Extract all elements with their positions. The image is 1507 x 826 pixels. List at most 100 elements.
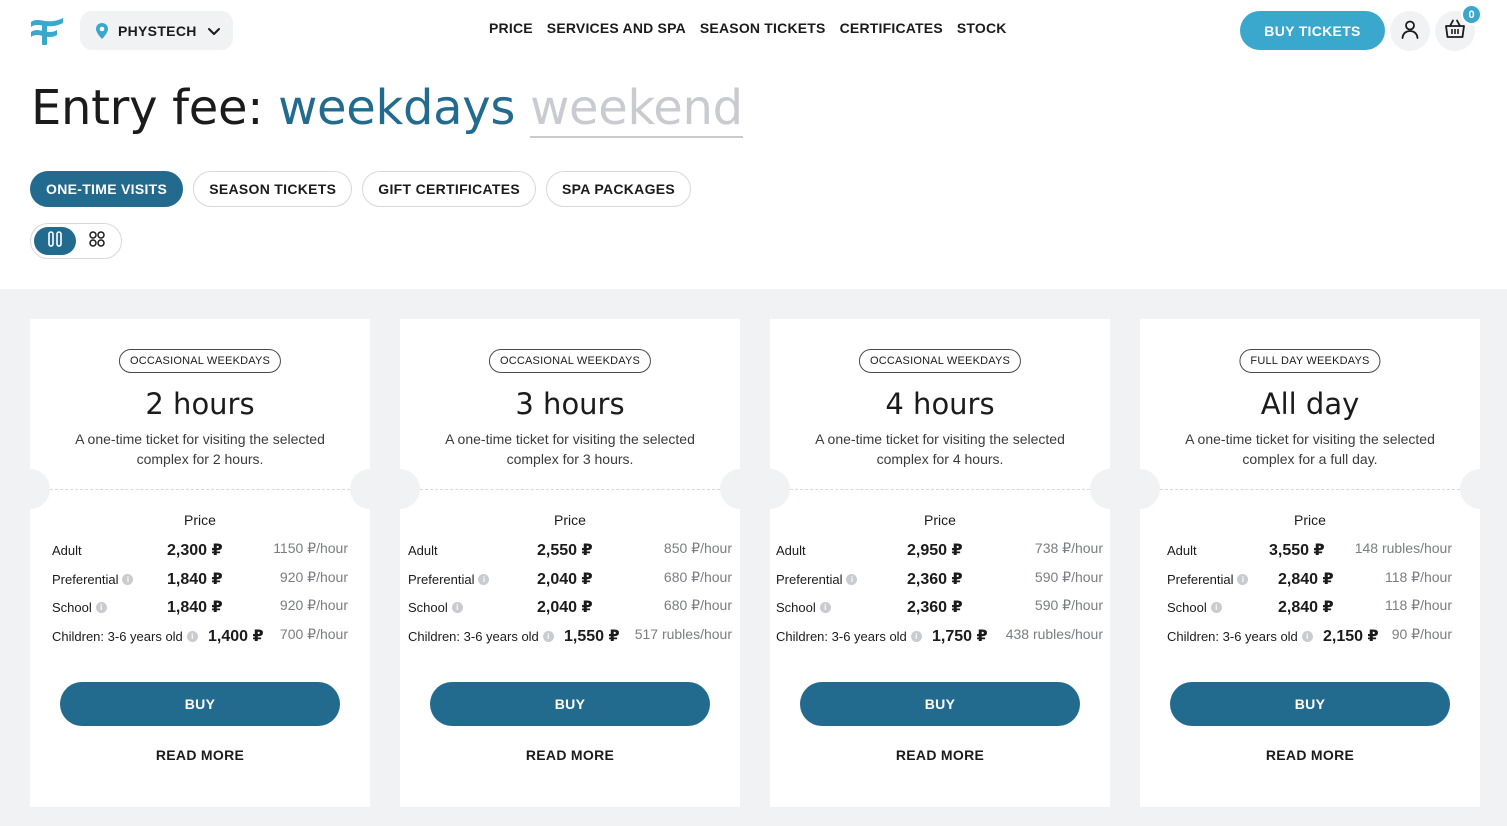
info-icon[interactable]: i [1301, 630, 1313, 642]
row-rate: 118 ₽/hour [1384, 568, 1452, 585]
row-label: Adult [1167, 543, 1197, 558]
row-rate: 920 ₽/hour [279, 597, 348, 613]
card-title: 3 hours [515, 387, 625, 421]
nav-season-tickets[interactable]: SEASON TICKETS [700, 20, 826, 36]
card-notch [770, 469, 790, 509]
tab-one-time-visits[interactable]: ONE-TIME VISITS [30, 171, 184, 207]
price-heading: Price [1294, 512, 1326, 528]
row-label: Preferential i [1167, 572, 1249, 587]
location-selector[interactable]: PHYSTECH [80, 11, 233, 50]
price-row: Preferential i 2,840 ₽ 118 ₽/hour [1167, 568, 1452, 597]
ticket-card: OCCASIONAL WEEKDAYS 3 hours A one-time t… [400, 319, 740, 807]
info-icon[interactable]: i [122, 573, 134, 585]
row-label: Preferential i [776, 572, 858, 587]
row-price: 1,400 ₽ [208, 627, 264, 645]
price-table: Adult 3,550 ₽ 148 rubles/hour Preferential… [1167, 539, 1452, 653]
info-icon[interactable]: i [910, 630, 922, 642]
card-title: 2 hours [145, 387, 255, 421]
price-row: Preferential i 2,360 ₽ 590 ₽/hour [776, 568, 1103, 597]
card-description: A one-time ticket for visiting the selec… [75, 431, 325, 467]
row-label: Adult [52, 543, 82, 558]
row-label: School i [776, 600, 831, 615]
row-price: 2,840 ₽ [1278, 570, 1334, 588]
cart-count-badge: 0 [1461, 4, 1482, 25]
row-price: 2,360 ₽ [907, 599, 963, 616]
info-icon[interactable]: i [478, 573, 490, 585]
read-more-link[interactable]: READ MORE [770, 747, 1110, 763]
price-row: Children: 3-6 years old i 1,550 ₽ 517 ruble… [408, 625, 732, 654]
ticket-card: FULL DAY WEEKDAYS All day A one-time tic… [1140, 319, 1480, 807]
info-icon[interactable]: i [1210, 602, 1222, 613]
info-icon[interactable]: i [819, 602, 831, 613]
card-notch [720, 469, 740, 509]
card-description: A one-time ticket for visiting the selec… [1185, 431, 1435, 467]
price-row: Children: 3-6 years old i 1,750 ₽ 438 ruble… [776, 625, 1103, 654]
row-label: Adult [408, 543, 438, 558]
main-nav: PRICE SERVICES AND SPA SEASON TICKETS CE… [489, 20, 1007, 36]
site-header: PHYSTECH PRICE SERVICES AND SPA SEASON T… [0, 0, 1507, 62]
buy-tickets-button[interactable]: BUY TICKETS [1240, 11, 1385, 50]
location-label: PHYSTECH [118, 22, 197, 39]
buy-button[interactable]: BUY [430, 682, 710, 726]
buy-button[interactable]: BUY [1170, 682, 1450, 726]
info-icon[interactable]: i [451, 602, 463, 613]
row-rate: 148 rubles/hour [1354, 540, 1452, 556]
row-price: 1,750 ₽ [932, 627, 988, 645]
row-label: School i [1167, 600, 1222, 615]
card-badge: FULL DAY WEEKDAYS [1239, 349, 1381, 373]
card-notch [30, 469, 50, 509]
info-icon[interactable]: i [846, 573, 858, 585]
tab-spa-packages[interactable]: SPA PACKAGES [546, 171, 692, 207]
row-price: 1,550 ₽ [564, 627, 620, 645]
buy-button[interactable]: BUY [800, 682, 1080, 726]
nav-stock[interactable]: STOCK [957, 20, 1007, 36]
price-row: Children: 3-6 years old i 2,150 ₽ 90 ₽/hour [1167, 625, 1452, 654]
row-price: 2,360 ₽ [907, 570, 963, 588]
info-icon[interactable]: i [1237, 573, 1249, 585]
read-more-link[interactable]: READ MORE [400, 747, 740, 763]
tab-season-tickets[interactable]: SEASON TICKETS [193, 171, 353, 207]
user-icon [1400, 19, 1420, 44]
nav-services-and-spa[interactable]: SERVICES AND SPA [547, 20, 686, 36]
row-label: Children: 3-6 years old i [776, 629, 922, 644]
price-row: Preferential i 2,040 ₽ 680 ₽/hour [408, 568, 732, 597]
row-label: Preferential i [52, 572, 134, 587]
buy-button[interactable]: BUY [60, 682, 340, 726]
title-weekdays-toggle[interactable]: weekdays [278, 80, 515, 136]
nav-price[interactable]: PRICE [489, 20, 533, 36]
card-title: 4 hours [885, 387, 995, 421]
account-button[interactable] [1390, 11, 1430, 51]
info-icon[interactable]: i [186, 630, 198, 642]
row-label: School i [52, 600, 107, 615]
row-label: Children: 3-6 years old i [1167, 629, 1313, 644]
grid-icon [88, 230, 106, 253]
row-rate: 590 ₽/hour [1034, 568, 1103, 585]
row-price: 2,150 ₽ [1323, 627, 1379, 645]
ticket-card: OCCASIONAL WEEKDAYS 2 hours A one-time t… [30, 319, 370, 807]
read-more-link[interactable]: READ MORE [30, 747, 370, 763]
price-row: Adult 3,550 ₽ 148 rubles/hour [1167, 539, 1452, 568]
row-price: 2,950 ₽ [907, 542, 963, 559]
card-notch [400, 469, 420, 509]
card-description: A one-time ticket for visiting the selec… [815, 431, 1065, 467]
read-more-link[interactable]: READ MORE [1140, 747, 1480, 763]
ticket-card: OCCASIONAL WEEKDAYS 4 hours A one-time t… [770, 319, 1110, 807]
ticket-type-tabs: ONE-TIME VISITS SEASON TICKETS GIFT CERT… [30, 171, 692, 207]
title-weekend-toggle[interactable]: weekend [530, 80, 743, 138]
nav-certificates[interactable]: CERTIFICATES [840, 20, 943, 36]
row-price: 1,840 ₽ [167, 599, 223, 616]
info-icon[interactable]: i [95, 602, 107, 613]
columns-view-button[interactable] [34, 227, 76, 255]
price-row: School i 2,840 ₽ 118 ₽/hour [1167, 596, 1452, 625]
row-rate: 920 ₽/hour [279, 568, 348, 585]
info-icon[interactable]: i [542, 630, 554, 642]
price-heading: Price [184, 512, 216, 528]
row-rate: 90 ₽/hour [1391, 625, 1452, 642]
tab-gift-certificates[interactable]: GIFT CERTIFICATES [362, 171, 537, 207]
grid-view-button[interactable] [76, 227, 118, 255]
brand-logo-icon[interactable] [29, 14, 65, 46]
row-price: 2,040 ₽ [537, 570, 593, 588]
price-row: School i 1,840 ₽ 920 ₽/hour [52, 596, 348, 625]
price-row: School i 2,360 ₽ 590 ₽/hour [776, 596, 1103, 625]
row-rate: 438 rubles/hour [1005, 625, 1103, 642]
